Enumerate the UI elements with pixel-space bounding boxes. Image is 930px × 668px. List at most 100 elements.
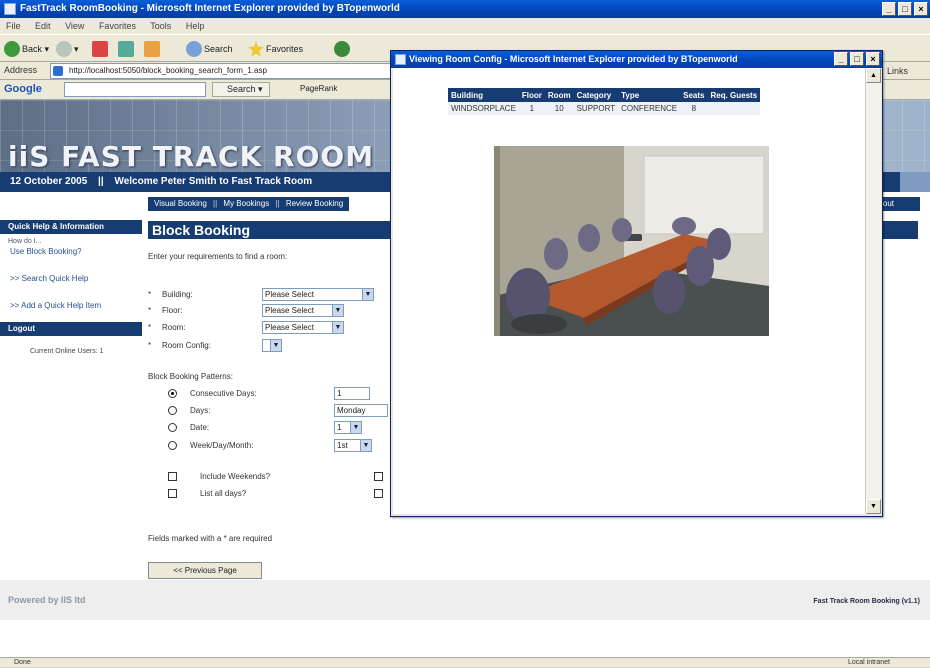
quick-help-heading: Quick Help & Information — [0, 220, 142, 234]
floor-select[interactable]: Please Select ▼ — [262, 304, 344, 317]
menu-view[interactable]: View — [65, 21, 84, 31]
table-cell: 1 — [518, 102, 545, 115]
patterns-label: Block Booking Patterns: — [148, 372, 233, 381]
search-icon — [186, 41, 202, 57]
chevron-down-icon: ▼ — [362, 289, 373, 300]
links-button[interactable]: Links — [880, 63, 930, 79]
welcome-separator: || — [98, 176, 104, 187]
search-quick-help-link[interactable]: >> Search Quick Help — [0, 274, 142, 283]
chevron-down-icon: ▼ — [332, 305, 343, 316]
back-arrow-icon — [4, 41, 20, 57]
previous-page-button[interactable]: << Previous Page — [148, 562, 262, 579]
maximize-icon[interactable]: □ — [898, 2, 912, 16]
current-date: 12 October 2005 — [10, 176, 88, 187]
nav-visual-booking[interactable]: Visual Booking — [154, 199, 207, 208]
forward-button[interactable]: ▾ — [56, 39, 79, 59]
week-day-month-select[interactable]: 1st ▼ — [334, 439, 372, 452]
date-select[interactable]: 1 ▼ — [334, 421, 362, 434]
list-all-days-checkbox[interactable] — [168, 489, 177, 498]
required-star: * — [148, 323, 152, 332]
how-do-i-label: How do I... — [8, 238, 42, 245]
room-config-table: Building Floor Room Category Type Seats … — [448, 88, 761, 115]
google-search-input[interactable] — [64, 82, 206, 97]
page-icon — [53, 66, 63, 76]
close-icon[interactable]: × — [914, 2, 928, 16]
stop-button[interactable] — [92, 39, 108, 59]
extra-checkbox[interactable] — [374, 489, 383, 498]
room-config-select[interactable]: ▼ — [262, 339, 282, 352]
chevron-down-icon: ▼ — [332, 322, 343, 333]
building-select[interactable]: Please Select ▼ — [262, 288, 374, 301]
week-day-month-label: Week/Day/Month: — [190, 441, 254, 450]
browser-title: FastTrack RoomBooking - Microsoft Intern… — [20, 3, 400, 14]
column-header: Type — [618, 88, 681, 102]
table-cell: SUPPORT — [573, 102, 619, 115]
nav-review-booking[interactable]: Review Booking — [286, 199, 343, 208]
add-quick-help-link[interactable]: >> Add a Quick Help Item — [0, 301, 142, 310]
date-radio[interactable] — [168, 423, 177, 432]
days-radio[interactable] — [168, 406, 177, 415]
column-header: Seats — [680, 88, 708, 102]
menu-help[interactable]: Help — [186, 21, 205, 31]
use-block-booking-link[interactable]: Use Block Booking? — [0, 247, 142, 256]
logout-heading[interactable]: Logout — [0, 322, 142, 336]
week-day-month-radio[interactable] — [168, 441, 177, 450]
building-label: Building: — [162, 290, 193, 299]
column-header: Category — [573, 88, 619, 102]
table-cell: CONFERENCE — [618, 102, 681, 115]
table-cell: 8 — [680, 102, 708, 115]
required-note: Fields marked with a * are required — [148, 534, 273, 543]
menu-favorites[interactable]: Favorites — [99, 21, 136, 31]
chevron-down-icon: ▼ — [350, 422, 361, 433]
search-button[interactable]: Search — [186, 39, 233, 59]
maximize-icon[interactable]: □ — [850, 52, 864, 66]
sidebar: Quick Help & Information How do I... Use… — [0, 220, 142, 355]
days-input[interactable]: Monday — [334, 404, 388, 417]
status-bar: Done Local intranet — [0, 657, 930, 667]
forward-arrow-icon — [56, 41, 72, 57]
menu-tools[interactable]: Tools — [150, 21, 171, 31]
online-users-count: Current Online Users: 1 — [30, 348, 104, 355]
close-icon[interactable]: × — [866, 52, 880, 66]
room-label: Room: — [162, 323, 186, 332]
nav-my-bookings[interactable]: My Bookings — [223, 199, 269, 208]
floor-label: Floor: — [162, 306, 183, 315]
minimize-icon[interactable]: _ — [834, 52, 848, 66]
nav-separator: || — [213, 199, 218, 208]
table-row: WINDSORPLACE 1 10 SUPPORT CONFERENCE 8 — [448, 102, 761, 115]
list-all-days-label: List all days? — [200, 489, 247, 498]
app-version: Fast Track Room Booking (v1.1) — [813, 598, 920, 605]
column-header: Building — [448, 88, 519, 102]
favorites-button[interactable]: Favorites — [248, 39, 303, 59]
menu-file[interactable]: File — [6, 21, 21, 31]
status-text: Done — [14, 659, 31, 666]
consecutive-days-label: Consecutive Days: — [190, 389, 257, 398]
popup-scrollbar[interactable]: ▲ ▼ — [865, 68, 881, 514]
home-button[interactable] — [144, 39, 160, 59]
column-header: Room — [544, 88, 574, 102]
room-config-popup: Viewing Room Config - Microsoft Internet… — [390, 50, 883, 517]
media-icon — [334, 41, 350, 57]
consecutive-days-radio[interactable] — [168, 389, 177, 398]
room-select[interactable]: Please Select ▼ — [262, 321, 344, 334]
menu-edit[interactable]: Edit — [35, 21, 51, 31]
nav-separator: || — [275, 199, 280, 208]
minimize-icon[interactable]: _ — [882, 2, 896, 16]
media-button[interactable] — [334, 39, 350, 59]
browser-title-bar: FastTrack RoomBooking - Microsoft Intern… — [0, 0, 930, 18]
table-cell: 10 — [544, 102, 574, 115]
back-button[interactable]: Back ▾ — [4, 39, 49, 59]
intro-text: Enter your requirements to find a room: — [148, 252, 288, 261]
extra-checkbox[interactable] — [374, 472, 383, 481]
include-weekends-checkbox[interactable] — [168, 472, 177, 481]
include-weekends-label: Include Weekends? — [200, 472, 271, 481]
address-label: Address — [4, 65, 38, 75]
table-header-row: Building Floor Room Category Type Seats … — [448, 88, 761, 102]
welcome-message: Welcome Peter Smith to Fast Track Room — [114, 176, 313, 187]
chevron-down-icon: ▼ — [360, 440, 371, 451]
scroll-down-icon[interactable]: ▼ — [866, 499, 881, 514]
consecutive-days-input[interactable]: 1 — [334, 387, 370, 400]
scroll-up-icon[interactable]: ▲ — [866, 68, 881, 83]
google-search-button[interactable]: Search ▾ — [212, 82, 270, 97]
refresh-button[interactable] — [118, 39, 134, 59]
